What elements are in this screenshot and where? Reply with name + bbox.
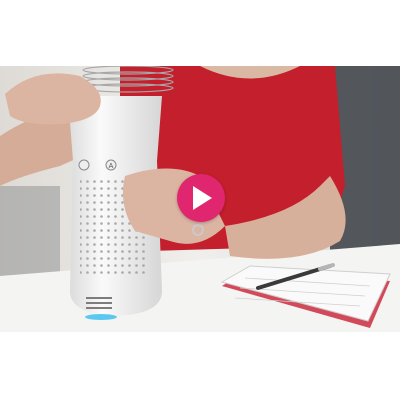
device-button-auto-label: A	[109, 163, 114, 170]
video-player[interactable]: A	[0, 66, 400, 332]
device-button-power	[78, 159, 90, 171]
play-icon	[193, 186, 212, 210]
play-button[interactable]	[177, 174, 225, 222]
